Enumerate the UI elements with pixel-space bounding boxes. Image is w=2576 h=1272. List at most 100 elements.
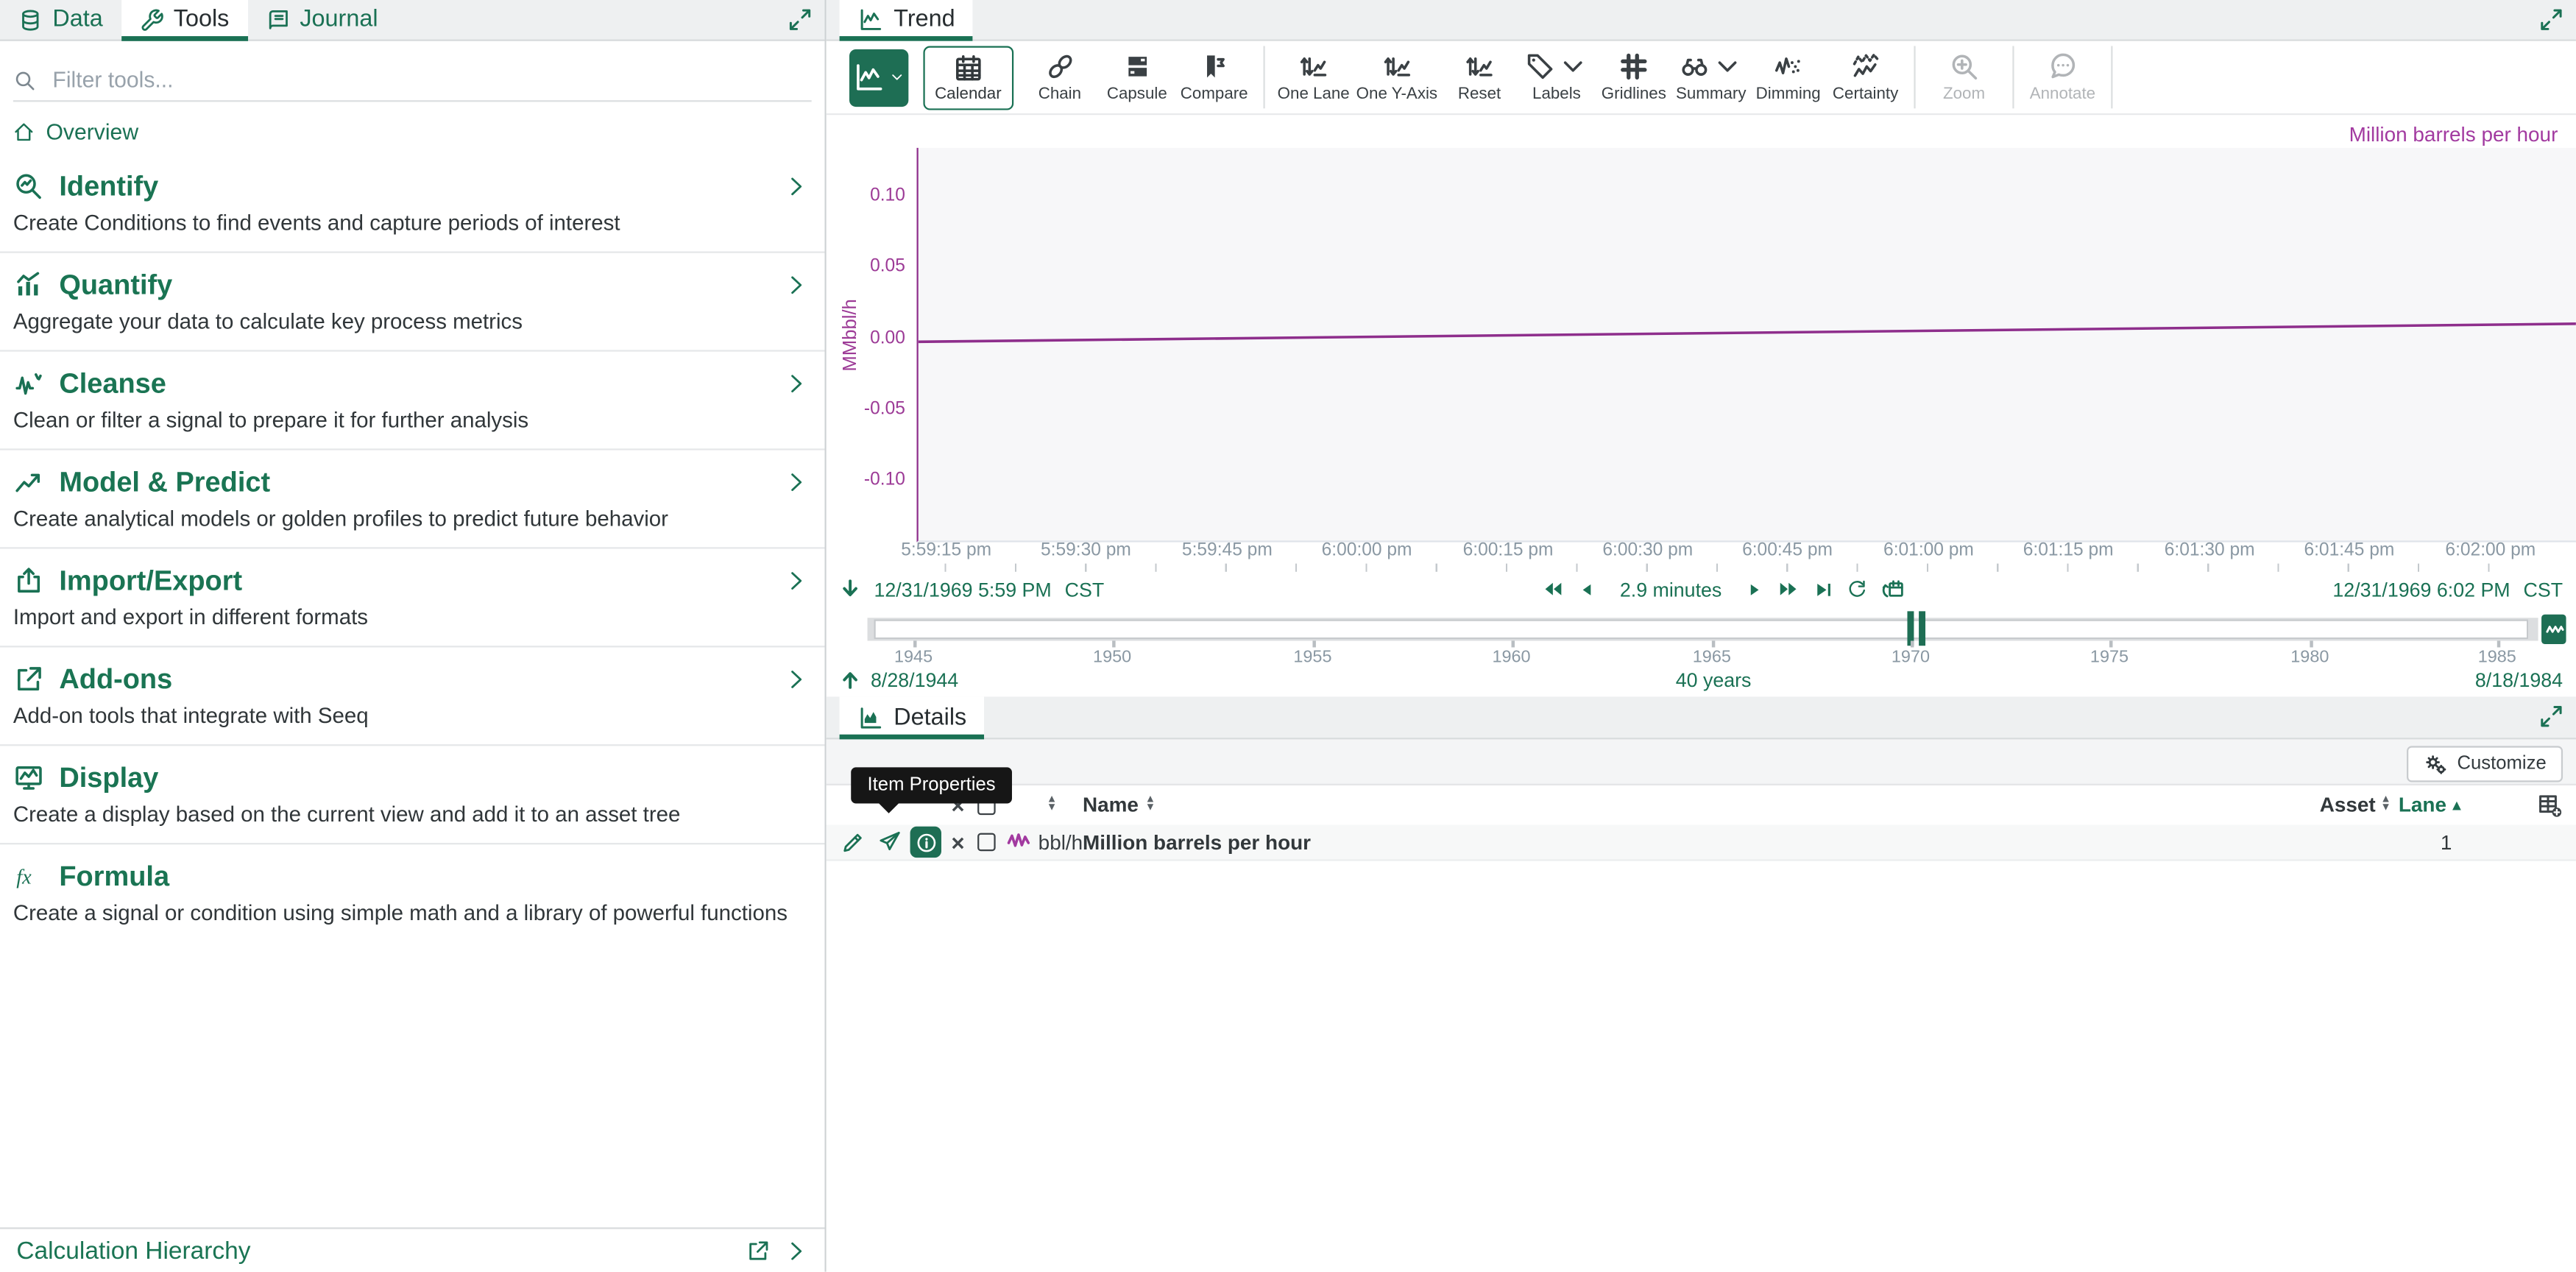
timeline-end-handle[interactable]	[2541, 615, 2566, 644]
y-tick-label: 0.05	[827, 255, 905, 275]
tab-journal[interactable]: Journal	[247, 0, 396, 40]
gridlines-button[interactable]: Gridlines	[1595, 44, 1672, 110]
refresh-icon[interactable]	[1847, 579, 1868, 600]
row-checkbox[interactable]	[977, 825, 996, 860]
investigate-range-span[interactable]: 40 years	[1676, 668, 1752, 690]
customize-button[interactable]: Customize	[2406, 746, 2563, 782]
tab-details[interactable]: Details	[840, 696, 985, 738]
range-start-up-arrow-icon[interactable]	[840, 667, 861, 691]
zoom-button: Zoom	[1925, 44, 2003, 110]
tool-title: Identify	[59, 170, 158, 203]
timeline-selected-range[interactable]	[874, 620, 2528, 640]
import-export-icon	[13, 565, 44, 596]
sort-icon[interactable]: ▲▼	[1047, 795, 1057, 811]
y-tick-label: 0.10	[827, 185, 905, 205]
step-forward-icon[interactable]	[1747, 579, 1763, 599]
cleanse-icon	[13, 368, 44, 399]
reset-button[interactable]: Reset	[1441, 44, 1518, 110]
chevron-down-icon	[889, 69, 905, 85]
sidebar-item-quantify[interactable]: Quantify Aggregate your data to calculat…	[0, 252, 825, 350]
tool-title: Quantify	[59, 269, 172, 302]
trend-chart-icon	[857, 7, 884, 33]
y-tick-label: -0.10	[827, 469, 905, 489]
sidebar-expand-icon[interactable]	[787, 7, 813, 33]
chain-button[interactable]: Chain	[1021, 44, 1098, 110]
tab-data[interactable]: Data	[0, 0, 121, 40]
sort-ascending-icon[interactable]: ▲	[2449, 785, 2464, 825]
fast-back-icon[interactable]	[1541, 579, 1565, 600]
item-properties-button[interactable]	[910, 827, 941, 858]
step-back-icon[interactable]	[1579, 579, 1595, 599]
copy-range-calendar-icon[interactable]	[1881, 576, 1906, 601]
capsule-button[interactable]: Capsule	[1098, 44, 1175, 110]
tool-desc: Create a signal or condition using simpl…	[13, 900, 812, 925]
x-tick-label: 6:00:45 pm	[1719, 540, 1856, 560]
sort-icon[interactable]: ▲▼	[2380, 795, 2391, 811]
fast-forward-icon[interactable]	[1776, 579, 1800, 600]
row-unit: bbl/h	[1038, 825, 1083, 860]
skip-to-end-icon[interactable]	[1814, 579, 1833, 599]
sidebar-item-import-export[interactable]: Import/Export Import and export in diffe…	[0, 547, 825, 646]
one-lane-icon	[1298, 51, 1328, 82]
chevron-right-icon	[784, 470, 808, 494]
plot-area[interactable]	[917, 148, 2576, 543]
certainty-button[interactable]: Certainty	[1827, 44, 1904, 110]
x-tick-label: 5:59:15 pm	[877, 540, 1015, 560]
compare-button[interactable]: Compare	[1175, 44, 1253, 110]
details-expand-icon[interactable]	[2538, 703, 2565, 729]
signal-icon	[1005, 828, 1032, 855]
column-header-name[interactable]: Name	[1083, 785, 1139, 825]
display-range-start[interactable]: 12/31/1969 5:59 PM	[874, 578, 1051, 601]
sidebar-item-cleanse[interactable]: Cleanse Clean or filter a signal to prep…	[0, 350, 825, 448]
speech-bubble-icon	[2047, 51, 2078, 82]
add-column-icon[interactable]	[2536, 792, 2563, 819]
range-start-arrow-icon[interactable]	[840, 576, 861, 601]
chevron-right-icon[interactable]	[784, 1238, 808, 1262]
database-icon	[18, 7, 43, 32]
chevron-right-icon	[784, 273, 808, 297]
column-header-asset[interactable]: Asset	[2320, 785, 2376, 825]
remove-item-icon[interactable]: ×	[951, 825, 964, 860]
edit-pencil-icon[interactable]	[841, 830, 866, 854]
calendar-button[interactable]: Calendar	[923, 45, 1013, 109]
investigate-range-start[interactable]: 8/28/1944	[871, 668, 958, 690]
calculation-hierarchy-row[interactable]: Calculation Hierarchy	[0, 1227, 825, 1271]
filter-tools-input[interactable]	[49, 66, 812, 93]
rocket-send-icon[interactable]	[877, 830, 902, 854]
tool-desc: Create analytical models or golden profi…	[13, 506, 812, 530]
sidebar-item-add-ons[interactable]: Add-ons Add-on tools that integrate with…	[0, 646, 825, 744]
column-header-lane[interactable]: Lane	[2399, 785, 2446, 825]
sort-icon[interactable]: ▲▼	[1145, 795, 1156, 811]
dimming-button[interactable]: Dimming	[1749, 44, 1827, 110]
trend-chart[interactable]: Million barrels per hour MMbbl/h 0.10 0.…	[827, 115, 2576, 572]
sidebar-item-formula[interactable]: Formula Create a signal or condition usi…	[0, 843, 825, 941]
one-lane-button[interactable]: One Lane	[1274, 44, 1353, 110]
calendar-icon	[952, 52, 983, 82]
tab-tools-label: Tools	[174, 7, 230, 33]
summary-button[interactable]: Summary	[1672, 44, 1749, 110]
tab-trend[interactable]: Trend	[840, 0, 974, 40]
labels-button[interactable]: Labels	[1518, 44, 1595, 110]
external-link-icon[interactable]	[746, 1238, 770, 1262]
one-y-axis-button[interactable]: One Y-Axis	[1353, 44, 1440, 110]
sidebar-tabbar: Data Tools Journal	[0, 0, 825, 41]
trend-view-dropdown-button[interactable]	[849, 49, 908, 106]
details-tabbar: Details	[827, 696, 2576, 739]
trend-expand-icon[interactable]	[2538, 7, 2565, 33]
tab-tools[interactable]: Tools	[121, 0, 247, 40]
home-icon	[13, 121, 35, 143]
details-table-row[interactable]: × bbl/h Million barrels per hour 1	[827, 825, 2576, 861]
x-tick-label: 6:00:30 pm	[1579, 540, 1716, 560]
row-name[interactable]: Million barrels per hour	[1083, 825, 1311, 860]
display-range-duration[interactable]: 2.9 minutes	[1620, 578, 1722, 601]
sidebar-item-overview[interactable]: Overview	[13, 120, 138, 144]
info-icon	[914, 830, 937, 853]
investigate-range-end[interactable]: 8/18/1984	[2475, 668, 2563, 690]
sidebar-item-identify[interactable]: Identify Create Conditions to find event…	[0, 155, 825, 252]
sidebar-item-model-predict[interactable]: Model & Predict Create analytical models…	[0, 448, 825, 547]
tool-title: Add-ons	[59, 663, 172, 696]
trend-tabbar: Trend	[827, 0, 2576, 41]
toolbar-divider	[1263, 46, 1264, 108]
display-range-end[interactable]: 12/31/1969 6:02 PM	[2332, 578, 2510, 601]
sidebar-item-display[interactable]: Display Create a display based on the cu…	[0, 744, 825, 843]
